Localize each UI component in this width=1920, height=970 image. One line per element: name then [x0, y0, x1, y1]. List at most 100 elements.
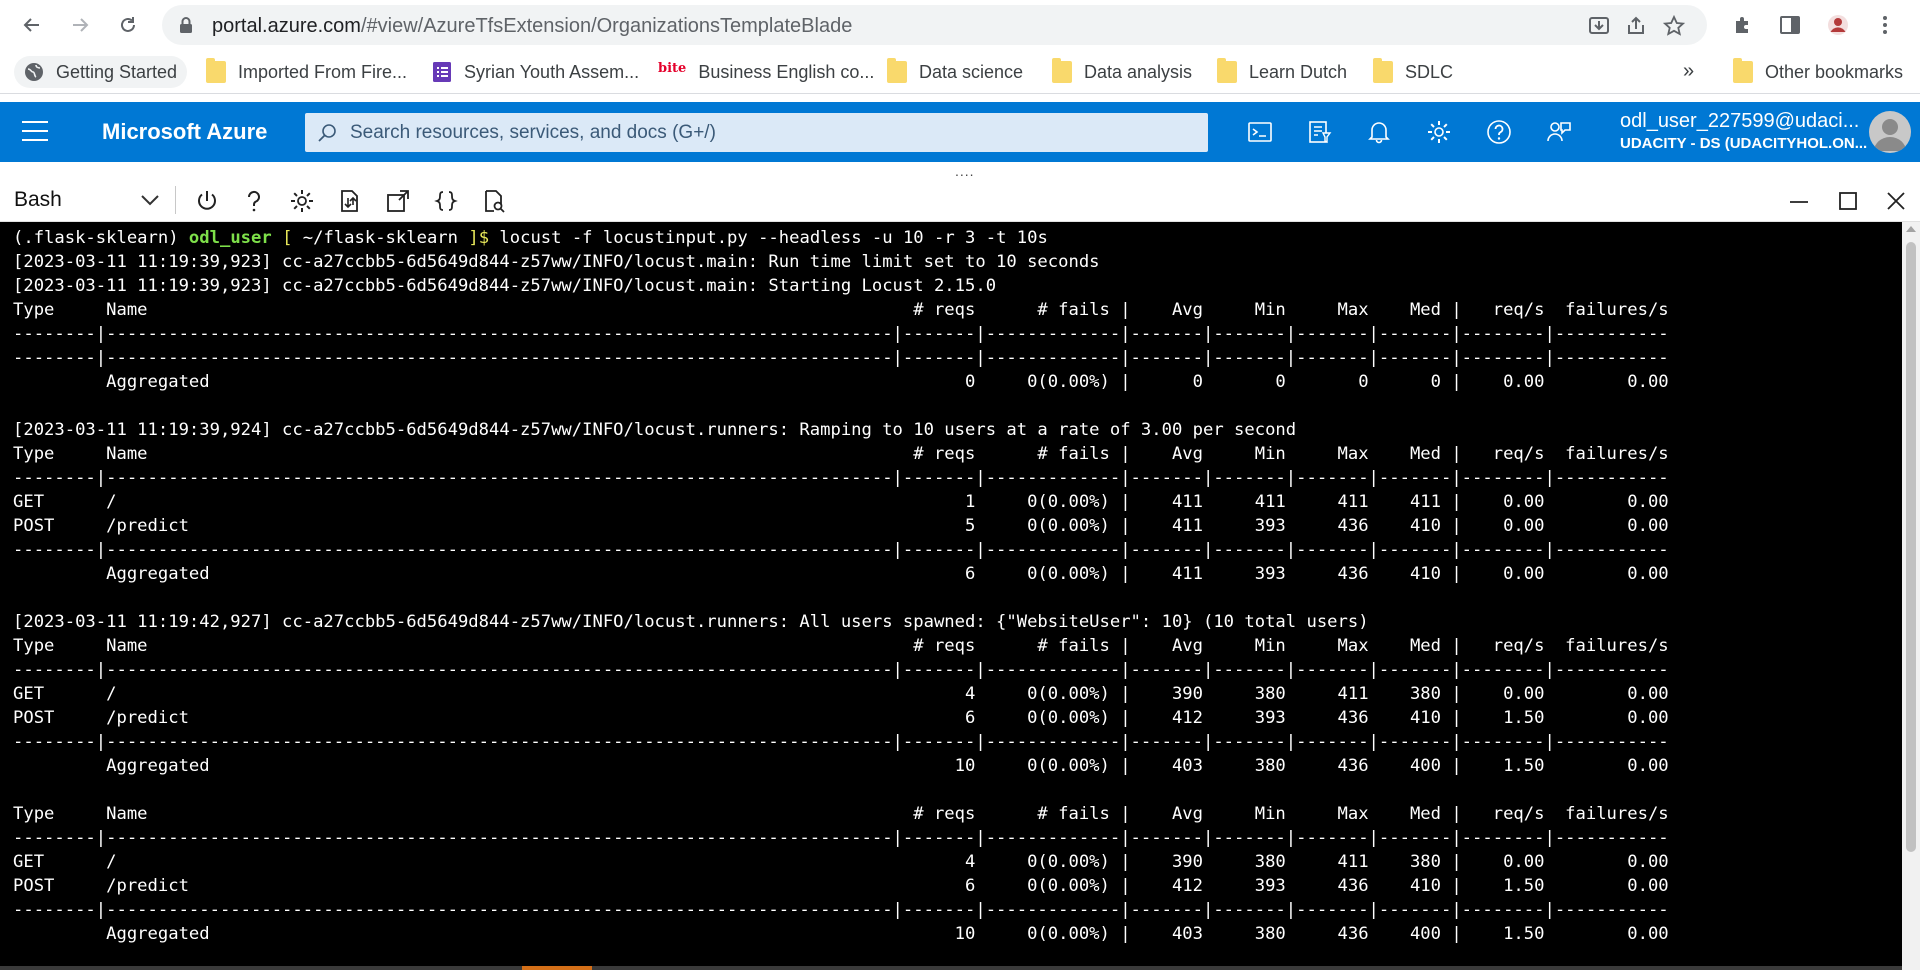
- maximize-button[interactable]: [1833, 186, 1863, 216]
- close-button[interactable]: [1881, 186, 1911, 216]
- web-preview-button[interactable]: [480, 187, 508, 215]
- bookmark-getting-started[interactable]: Getting Started: [14, 56, 188, 88]
- arrow-left-icon: [23, 18, 39, 32]
- extensions-button[interactable]: [1728, 10, 1758, 40]
- taskbar-strip: [0, 966, 1902, 970]
- profile-button[interactable]: [1823, 10, 1853, 40]
- url-text: portal.azure.com/#view/AzureTfsExtension…: [212, 15, 852, 38]
- settings-button[interactable]: [1424, 117, 1454, 147]
- panel-splitter[interactable]: ....: [0, 162, 1920, 179]
- bookmark-imported-from-firefox[interactable]: Imported From Fire...: [206, 56, 407, 88]
- chevron-down-icon: [141, 195, 159, 206]
- terminal-line: [2023-03-11 11:19:42,927] cc-a27ccbb5-6d…: [13, 612, 1369, 632]
- side-panel-button[interactable]: [1775, 10, 1805, 40]
- feedback-button[interactable]: [1544, 117, 1574, 147]
- hamburger-icon: [22, 139, 48, 141]
- bookmark-data-analysis[interactable]: Data analysis: [1052, 56, 1192, 88]
- gear-icon: [291, 190, 313, 212]
- address-bar[interactable]: portal.azure.com/#view/AzureTfsExtension…: [162, 5, 1707, 45]
- prompt-bracket-close: ]: [457, 228, 479, 248]
- notifications-button[interactable]: [1364, 117, 1394, 147]
- scroll-thumb[interactable]: [1906, 242, 1916, 852]
- shell-type-value: Bash: [14, 188, 62, 211]
- bookmark-learn-dutch[interactable]: Learn Dutch: [1217, 56, 1347, 88]
- prompt-env: (.flask-sklearn): [13, 228, 189, 248]
- folder-icon: [1733, 58, 1753, 83]
- bookmarks-bar: Getting Started Imported From Fire... Sy…: [0, 50, 1920, 94]
- bookmark-data-science[interactable]: Data science: [887, 56, 1023, 88]
- terminal-line: Type Name # reqs # fails | Avg Min Max M…: [13, 444, 1669, 464]
- bookmark-syrian-youth[interactable]: Syrian Youth Assem...: [432, 56, 639, 88]
- power-icon: [198, 191, 216, 210]
- terminal-output[interactable]: (.flask-sklearn) odl_user [ ~/flask-skle…: [0, 222, 1902, 970]
- scroll-up-arrow-icon[interactable]: [1906, 226, 1916, 232]
- folder-icon: [1217, 58, 1237, 83]
- terminal-line: --------|-------------------------------…: [13, 540, 1669, 560]
- bookmarks-overflow-button[interactable]: »: [1683, 60, 1694, 83]
- reload-button[interactable]: [112, 9, 144, 41]
- bite-icon: bite: [658, 61, 687, 76]
- global-search-input[interactable]: Search resources, services, and docs (G+…: [305, 113, 1208, 152]
- shell-help-button[interactable]: [240, 187, 268, 215]
- terminal-line: Aggregated 6 0(0.00%) | 411 393 436 410 …: [13, 564, 1669, 584]
- azure-brand[interactable]: Microsoft Azure: [102, 119, 267, 145]
- terminal-line: Aggregated 0 0(0.00%) | 0 0 0 0 | 0.00 0…: [13, 372, 1669, 392]
- close-icon: [1887, 192, 1905, 210]
- chrome-menu-button[interactable]: [1870, 10, 1900, 40]
- search-icon: [318, 124, 336, 142]
- hamburger-icon: [22, 121, 48, 123]
- terminal-line: Aggregated 10 0(0.00%) | 403 380 436 400…: [13, 756, 1669, 776]
- cloud-shell-button[interactable]: [1245, 117, 1275, 147]
- terminal-line: [2023-03-11 11:19:39,923] cc-a27ccbb5-6d…: [13, 252, 1100, 272]
- forms-icon: [433, 62, 451, 82]
- prompt-path: ~/flask-sklearn: [302, 228, 458, 248]
- terminal-line: --------|-------------------------------…: [13, 732, 1669, 752]
- install-app-button[interactable]: [1587, 14, 1611, 38]
- question-mark-icon: [247, 190, 260, 212]
- bookmark-other-bookmarks[interactable]: Other bookmarks: [1733, 56, 1903, 88]
- terminal-line: --------|-------------------------------…: [13, 348, 1669, 368]
- folder-icon: [887, 58, 907, 83]
- upload-download-button[interactable]: [336, 187, 364, 215]
- terminal-line: POST /predict 5 0(0.00%) | 411 393 436 4…: [13, 516, 1669, 536]
- feedback-icon: [1547, 122, 1571, 142]
- restart-shell-button[interactable]: [193, 187, 221, 215]
- profile-icon: [1828, 15, 1848, 35]
- web-preview-icon: [485, 190, 505, 213]
- terminal-line: --------|-------------------------------…: [13, 660, 1669, 680]
- gear-icon: [1428, 121, 1450, 143]
- forward-button[interactable]: [64, 9, 96, 41]
- shell-settings-button[interactable]: [288, 187, 316, 215]
- terminal-scrollbar[interactable]: [1902, 222, 1920, 970]
- portal-menu-button[interactable]: [22, 121, 48, 143]
- bookmark-label: SDLC: [1405, 61, 1454, 82]
- shell-type-select[interactable]: Bash: [14, 185, 160, 215]
- back-button[interactable]: [16, 9, 48, 41]
- avatar[interactable]: [1869, 111, 1911, 153]
- help-button[interactable]: [1484, 117, 1514, 147]
- terminal-line: POST /predict 6 0(0.00%) | 412 393 436 4…: [13, 876, 1669, 896]
- minimize-icon: [1790, 201, 1808, 203]
- directory-filter-button[interactable]: [1305, 117, 1335, 147]
- terminal-icon: [1248, 122, 1272, 142]
- terminal-line: GET / 4 0(0.00%) | 390 380 411 380 | 0.0…: [13, 684, 1669, 704]
- account-menu-button[interactable]: odl_user_227599@udaci... UDACITY - DS (U…: [1620, 110, 1867, 152]
- braces-icon: [434, 191, 458, 211]
- file-transfer-icon: [341, 190, 358, 212]
- bookmark-star-button[interactable]: [1662, 14, 1686, 38]
- share-button[interactable]: [1624, 14, 1648, 38]
- bookmark-business-english[interactable]: bite Business English co...: [658, 56, 874, 88]
- bookmark-label: Getting Started: [56, 61, 178, 82]
- minimize-button[interactable]: [1784, 186, 1814, 216]
- open-editor-button[interactable]: [432, 187, 460, 215]
- prompt-user: odl_user: [188, 228, 272, 248]
- folder-icon: [1052, 58, 1072, 83]
- open-new-session-button[interactable]: [384, 187, 412, 215]
- install-icon: [1589, 17, 1609, 34]
- prompt-dollar: $: [478, 228, 490, 248]
- bookmark-sdlc[interactable]: SDLC: [1373, 56, 1453, 88]
- azure-header: Microsoft Azure Search resources, servic…: [0, 102, 1920, 162]
- reload-icon: [121, 17, 135, 32]
